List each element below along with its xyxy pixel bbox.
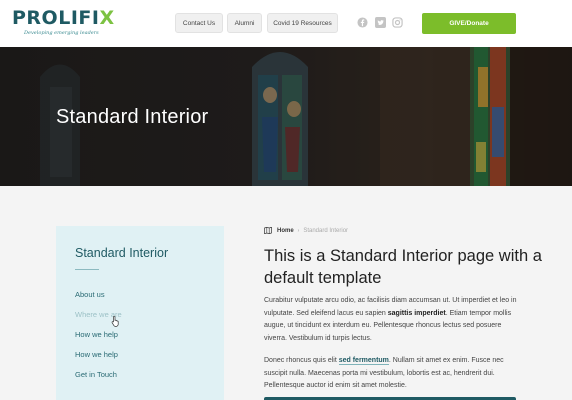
sidebar-nav: Standard Interior About us Where we are … <box>56 226 224 400</box>
facebook-icon[interactable] <box>357 17 368 28</box>
intro-paragraph: Curabitur vulputate arcu odio, ac facili… <box>264 297 517 342</box>
sidebar-divider <box>75 269 99 270</box>
instagram-icon[interactable] <box>392 17 403 28</box>
map-icon <box>264 227 272 234</box>
nav-contact-us-button[interactable]: Contact Us <box>175 13 223 33</box>
hero-banner: Standard Interior <box>0 47 572 186</box>
hero-title: Standard Interior <box>56 106 209 128</box>
sidebar-item-how-we-help[interactable]: How we help <box>75 330 118 339</box>
nav-alumni-button[interactable]: Alumni <box>227 13 262 33</box>
twitter-icon[interactable] <box>375 17 386 28</box>
body-paragraph: Donec rhoncus quis elit sed fermentum. N… <box>264 357 504 389</box>
sidebar-title: Standard Interior <box>75 246 169 260</box>
page-title: This is a Standard Interior page with a … <box>264 247 542 287</box>
hand-pointer-icon <box>111 315 119 327</box>
inline-link[interactable]: sed fermentum <box>338 357 389 365</box>
logo-wordmark: PROLIFIX <box>12 7 115 29</box>
breadcrumb: Home › Standard Interior <box>264 227 348 234</box>
breadcrumb-separator: › <box>297 227 300 234</box>
sidebar-item-about-us[interactable]: About us <box>75 290 105 299</box>
breadcrumb-home-link[interactable]: Home <box>277 228 294 234</box>
bold-phrase: sagittis imperdiet <box>387 309 446 317</box>
sidebar-item-how-we-help-2[interactable]: How we help <box>75 350 118 359</box>
breadcrumb-current: Standard Interior <box>303 227 349 234</box>
logo-tagline: Developing emerging leaders <box>24 30 99 36</box>
nav-covid-resources-button[interactable]: Covid 19 Resources <box>267 13 338 33</box>
give-donate-button[interactable]: GIVE/Donate <box>422 13 516 34</box>
sidebar-item-get-in-touch[interactable]: Get in Touch <box>75 370 117 379</box>
logo[interactable]: PROLIFIX Developing emerging leaders <box>12 7 115 36</box>
site-header: PROLIFIX Developing emerging leaders Con… <box>0 0 572 47</box>
